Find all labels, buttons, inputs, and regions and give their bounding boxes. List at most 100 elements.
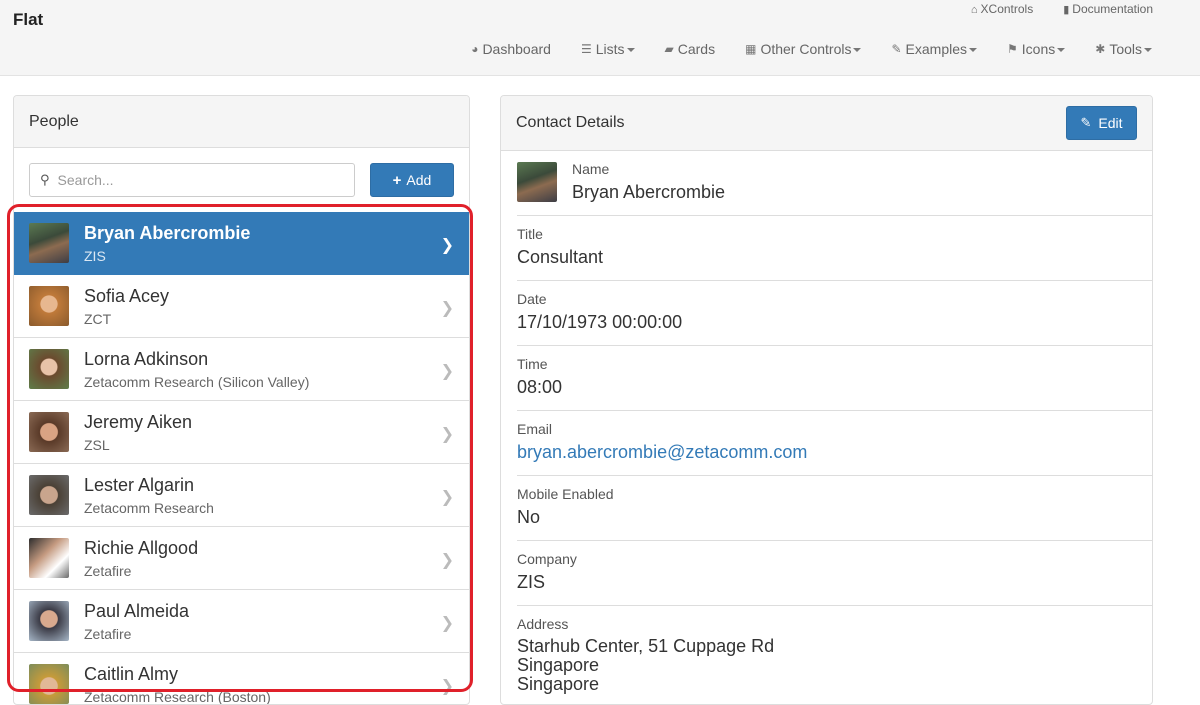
avatar	[29, 664, 69, 704]
caret-down-icon	[626, 48, 635, 52]
xcontrols-link[interactable]: ⌂ XControls	[971, 2, 1033, 16]
avatar	[517, 162, 557, 202]
edit-button[interactable]: ✎ Edit	[1066, 106, 1137, 140]
list-item[interactable]: Lester Algarin Zetacomm Research ❯	[14, 464, 469, 527]
contact-details-header: Contact Details ✎ Edit	[501, 96, 1152, 151]
person-name: Sofia Acey	[84, 286, 170, 306]
nav-icons[interactable]: ⚑ Icons	[1007, 41, 1066, 57]
field-address: Address Starhub Center, 51 Cuppage Rd Si…	[517, 606, 1152, 704]
people-toolbar: ⚲ Search... + Add	[29, 163, 454, 197]
list-item[interactable]: Sofia Acey ZCT ❯	[14, 275, 469, 338]
list-item[interactable]: Caitlin Almy Zetacomm Research (Boston) ❯	[14, 653, 469, 705]
people-panel: People ⚲ Search... + Add Bryan Abercromb…	[13, 95, 470, 705]
address-line: Singapore	[517, 655, 600, 675]
caret-down-icon	[969, 48, 978, 52]
edit-icon: ✎	[891, 42, 902, 56]
chevron-right-icon: ❯	[440, 363, 454, 380]
chevron-right-icon: ❯	[440, 678, 454, 695]
person-name: Richie Allgood	[84, 538, 199, 558]
person-name: Paul Almeida	[84, 601, 190, 621]
avatar	[29, 538, 69, 578]
address-line: Starhub Center, 51 Cuppage Rd	[517, 636, 775, 656]
list-item[interactable]: Bryan Abercrombie ZIS ❯	[14, 212, 469, 275]
top-links: ⌂ XControls ▮ Documentation	[971, 2, 1153, 16]
plus-icon: +	[392, 171, 402, 189]
nav-dashboard[interactable]: ◕ Dashboard	[471, 41, 551, 57]
caret-down-icon	[1057, 48, 1066, 52]
avatar	[29, 223, 69, 263]
address-line: Singapore	[517, 674, 600, 694]
nav-other-controls[interactable]: ▦ Other Controls	[745, 41, 862, 57]
nav-lists[interactable]: ☰ Lists	[581, 41, 635, 57]
book-icon: ▰	[664, 42, 674, 56]
field-address-value: Starhub Center, 51 Cuppage Rd Singapore …	[517, 637, 1152, 694]
field-mobile-enabled: Mobile Enabled No	[517, 476, 1152, 541]
flag-icon: ⚑	[1007, 42, 1018, 56]
person-name: Caitlin Almy	[84, 664, 179, 684]
person-name: Lorna Adkinson	[84, 349, 209, 369]
brand-title[interactable]: Flat	[13, 10, 43, 30]
field-name: Name Bryan Abercrombie	[517, 151, 1152, 216]
field-time: Time 08:00	[517, 346, 1152, 411]
people-list: Bryan Abercrombie ZIS ❯ Sofia Acey ZCT ❯ L…	[14, 212, 469, 705]
top-navbar: Flat ⌂ XControls ▮ Documentation ◕ Dashboar…	[0, 0, 1200, 76]
documentation-link[interactable]: ▮ Documentation	[1063, 2, 1153, 16]
person-org: Zetafire	[84, 563, 132, 579]
field-title-value: Consultant	[517, 247, 604, 267]
avatar	[29, 601, 69, 641]
list-icon: ☰	[580, 42, 592, 56]
avatar	[29, 475, 69, 515]
field-date: Date 17/10/1973 00:00:00	[517, 281, 1152, 346]
caret-down-icon	[853, 48, 862, 52]
add-person-button[interactable]: + Add	[370, 163, 454, 197]
grid-icon: ▦	[745, 42, 757, 56]
list-item[interactable]: Lorna Adkinson Zetacomm Research (Silicon…	[14, 338, 469, 401]
dashboard-icon: ◕	[471, 42, 479, 56]
chevron-right-icon: ❯	[440, 552, 454, 569]
person-name: Lester Algarin	[84, 475, 195, 495]
search-icon: ⚲	[40, 172, 50, 187]
home-icon: ⌂	[970, 4, 978, 16]
person-org: Zetafire	[84, 626, 132, 642]
contact-details-title: Contact Details	[516, 114, 625, 131]
chevron-right-icon: ❯	[440, 300, 454, 317]
chevron-right-icon: ❯	[440, 489, 454, 506]
list-item[interactable]: Jeremy Aiken ZSL ❯	[14, 401, 469, 464]
contact-details-panel: Contact Details ✎ Edit Name Bryan Abercr…	[500, 95, 1153, 705]
avatar	[29, 412, 69, 452]
nav-tools[interactable]: ✱ Tools	[1095, 41, 1152, 57]
caret-down-icon	[1144, 48, 1152, 52]
people-panel-title: People	[14, 96, 469, 148]
contact-fields: Name Bryan Abercrombie Title Consultant …	[517, 151, 1152, 704]
field-name-value: Bryan Abercrombie	[572, 182, 726, 202]
person-org: Zetacomm Research (Boston)	[84, 689, 271, 705]
email-link[interactable]: bryan.abercrombie@zetacomm.com	[517, 442, 1152, 463]
person-org: ZIS	[84, 248, 106, 264]
field-date-value: 17/10/1973 00:00:00	[517, 312, 683, 332]
person-org: Zetacomm Research (Silicon Valley)	[84, 374, 310, 390]
person-org: ZSL	[84, 437, 110, 453]
field-time-value: 08:00	[517, 377, 563, 397]
chevron-right-icon: ❯	[440, 237, 454, 254]
avatar	[29, 349, 69, 389]
chevron-right-icon: ❯	[440, 426, 454, 443]
field-company-value: ZIS	[517, 572, 546, 592]
search-input[interactable]: ⚲ Search...	[29, 163, 355, 197]
field-company: Company ZIS	[517, 541, 1152, 606]
person-org: Zetacomm Research	[84, 500, 214, 516]
field-email: Email bryan.abercrombie@zetacomm.com	[517, 411, 1152, 476]
nav-cards[interactable]: ▰ Cards	[665, 41, 716, 57]
chevron-right-icon: ❯	[440, 615, 454, 632]
pencil-icon: ✎	[1080, 115, 1092, 130]
list-item[interactable]: Paul Almeida Zetafire ❯	[14, 590, 469, 653]
book-icon: ▮	[1063, 4, 1070, 16]
field-title: Title Consultant	[517, 216, 1152, 281]
person-name: Bryan Abercrombie	[84, 223, 251, 243]
person-name: Jeremy Aiken	[84, 412, 193, 432]
search-placeholder: Search...	[57, 172, 114, 188]
gear-icon: ✱	[1095, 42, 1106, 56]
field-mobile-enabled-value: No	[517, 507, 541, 527]
list-item[interactable]: Richie Allgood Zetafire ❯	[14, 527, 469, 590]
avatar	[29, 286, 69, 326]
nav-examples[interactable]: ✎ Examples	[891, 41, 978, 57]
